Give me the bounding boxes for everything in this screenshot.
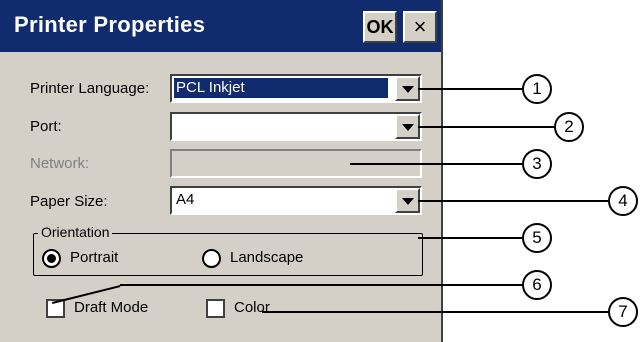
callout-marker-2: 2 [554, 112, 584, 142]
printer-language-select[interactable]: PCL Inkjet [170, 74, 422, 103]
title-bar: Printer Properties OK × [0, 0, 441, 52]
port-dropdown-button[interactable] [395, 114, 420, 139]
callout-marker-1: 1 [522, 74, 552, 104]
color-checkbox[interactable] [206, 299, 225, 318]
callout-line-7 [262, 311, 608, 313]
callout-line-1 [418, 88, 522, 90]
color-label[interactable]: Color [234, 299, 270, 316]
portrait-label[interactable]: Portrait [70, 249, 118, 266]
portrait-radio[interactable] [42, 249, 61, 268]
radio-selected-dot [47, 254, 56, 263]
printer-language-label: Printer Language: [30, 80, 150, 97]
chevron-down-icon [402, 124, 414, 131]
close-button[interactable]: × [403, 11, 437, 43]
dialog-title: Printer Properties [14, 12, 206, 37]
network-label: Network: [30, 155, 90, 172]
paper-size-select[interactable]: A4 [170, 186, 422, 215]
paper-size-dropdown-button[interactable] [395, 188, 420, 213]
printer-language-value: PCL Inkjet [174, 78, 388, 98]
landscape-radio[interactable] [202, 249, 221, 268]
callout-line-6 [120, 284, 524, 286]
callout-line-5 [418, 237, 522, 239]
printer-properties-dialog: Printer Properties OK × Printer Language… [0, 0, 443, 342]
port-select[interactable] [170, 112, 422, 141]
orientation-group-title: Orientation [38, 224, 113, 240]
landscape-label[interactable]: Landscape [230, 249, 303, 266]
callout-marker-5: 5 [522, 223, 552, 253]
chevron-down-icon [402, 86, 414, 93]
callout-marker-7: 7 [608, 297, 638, 327]
callout-line-3 [350, 163, 522, 165]
draft-mode-label[interactable]: Draft Mode [74, 299, 148, 316]
chevron-down-icon [402, 198, 414, 205]
ok-button[interactable]: OK [363, 11, 397, 43]
callout-line-2 [418, 126, 554, 128]
callout-marker-4: 4 [608, 186, 638, 216]
printer-language-dropdown-button[interactable] [395, 76, 420, 101]
callout-marker-6: 6 [522, 270, 552, 300]
callout-marker-3: 3 [522, 149, 552, 179]
callout-line-4 [418, 200, 608, 202]
paper-size-value: A4 [176, 191, 195, 208]
port-label: Port: [30, 118, 62, 135]
paper-size-label: Paper Size: [30, 193, 108, 210]
